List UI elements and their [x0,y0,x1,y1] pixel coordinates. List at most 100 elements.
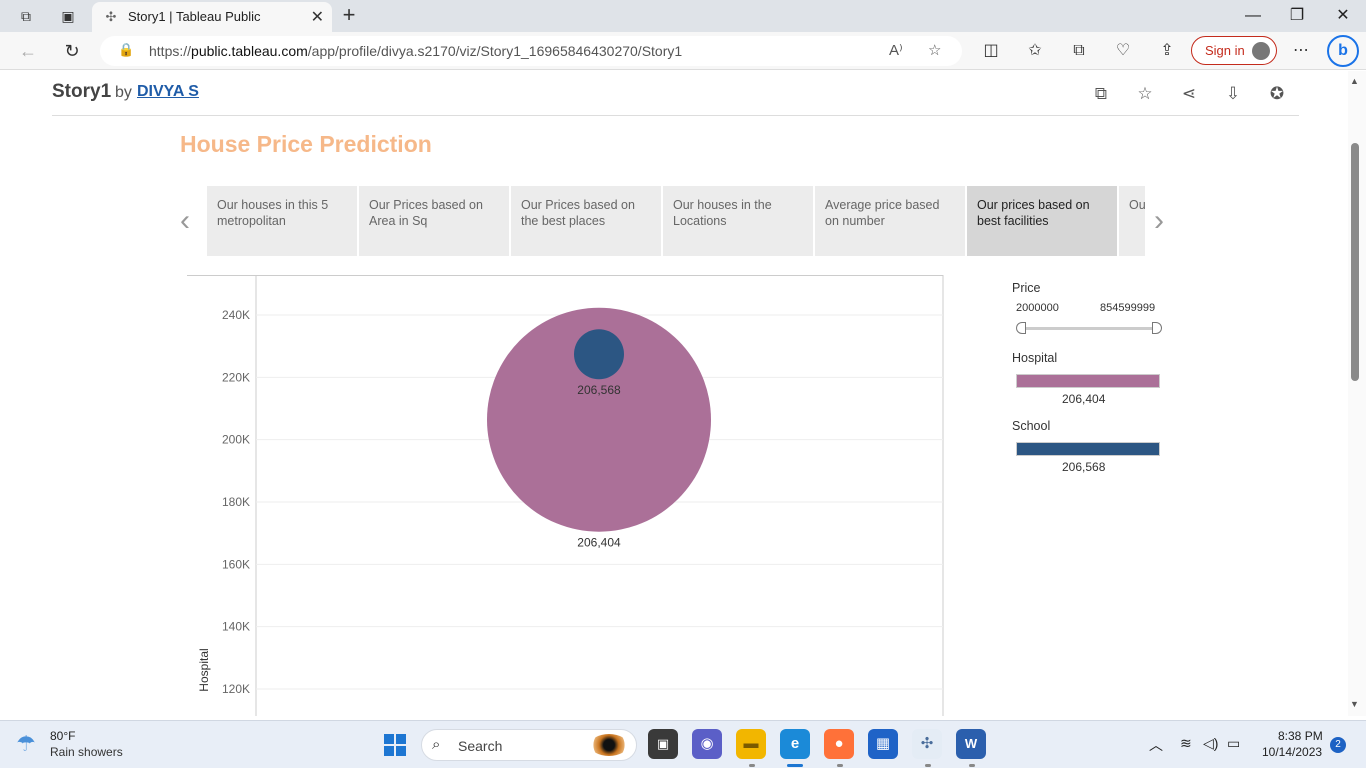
bing-copilot-icon[interactable]: b [1327,35,1359,67]
restore-icon[interactable]: ❐ [1282,4,1312,28]
read-aloud-icon[interactable]: A⁾ [889,41,903,59]
search-highlight-icon [590,734,628,756]
header-divider [52,115,1299,116]
show-hidden-icons-chevron-icon[interactable]: ︿ [1149,735,1163,755]
school-mark [574,329,624,380]
hospital-legend-bar[interactable] [1016,374,1160,388]
battery-icon[interactable]: ▭ [1227,735,1240,752]
minimize-icon[interactable]: — [1238,4,1268,28]
wifi-icon[interactable]: ≋ [1180,735,1192,752]
file-explorer-running [749,764,755,767]
avatar-icon [1252,42,1270,60]
story-point-5[interactable]: Average price based on number [815,186,965,256]
story-point-3[interactable]: Our Prices based on the best places [511,186,661,256]
weather-temperature[interactable]: 80°F [50,729,75,743]
story-point-2[interactable]: Our Prices based on Area in Sq [359,186,509,256]
viz-of-day-icon[interactable]: ✪ [1266,83,1288,105]
search-icon: ⌕ [432,736,441,753]
teams-chat-icon[interactable]: ◉ [692,729,722,759]
volume-icon[interactable]: ◁) [1203,735,1218,752]
more-menu-icon[interactable]: ⋯ [1290,40,1312,62]
refresh-icon[interactable]: ↻ [60,39,84,63]
taskbar-search[interactable]: ⌕ Search [421,729,637,761]
address-bar[interactable]: 🔒 https://public.tableau.com/app/profile… [100,36,962,66]
weather-icon[interactable]: ☂ [16,731,36,757]
browser-tab-active[interactable]: ✣ Story1 | Tableau Public ✕ [92,2,332,32]
share-icon[interactable]: ⋖ [1178,83,1200,105]
left-axis-tick-label: 240K [222,308,250,322]
scroll-down-icon[interactable]: ▼ [1350,699,1359,709]
price-range-min-handle[interactable] [1016,322,1026,334]
sign-in-button[interactable]: Sign in [1191,36,1277,65]
left-axis-tick-label: 200K [222,433,250,447]
story-point-4[interactable]: Our houses in the Locations [663,186,813,256]
left-axis-title: Hospital [197,648,211,691]
story-point-6-active[interactable]: Our prices based on best facilities [967,186,1117,256]
left-axis-tick-label: 120K [222,682,250,696]
left-axis-tick-label: 180K [222,495,250,509]
story-prev-arrow-icon[interactable]: ‹ [180,204,190,238]
price-range-max-handle[interactable] [1152,322,1162,334]
left-axis-tick-label: 160K [222,557,250,571]
weather-condition[interactable]: Rain showers [50,745,123,759]
viz-title: House Price Prediction [180,131,432,157]
story-points-bar: Our houses in this 5 metropolitan Our Pr… [207,186,1145,256]
share-screen-icon[interactable]: ⇪ [1156,40,1178,62]
scroll-up-icon[interactable]: ▲ [1350,76,1359,86]
store-icon[interactable]: ▦ [868,729,898,759]
notification-badge[interactable]: 2 [1330,737,1346,753]
tab-actions-icon[interactable]: ▣ [58,6,78,26]
url-text[interactable]: https://public.tableau.com/app/profile/d… [149,43,682,59]
favorites-icon[interactable]: ✩ [1024,40,1046,62]
story-point-7[interactable]: Ou... bes... [1119,186,1145,256]
browser-tab-strip: ⧉ ▣ ✣ Story1 | Tableau Public ✕ + — ❐ ✕ [0,0,1366,32]
edge-icon[interactable]: e [780,729,810,759]
edge-running [787,764,803,767]
task-view-icon[interactable]: ▣ [648,729,678,759]
story-next-arrow-icon[interactable]: › [1154,204,1164,238]
firefox-icon[interactable]: ● [824,729,854,759]
close-window-icon[interactable]: ✕ [1328,4,1358,28]
lock-icon[interactable]: 🔒 [118,42,134,58]
new-tab-icon[interactable]: + [338,4,360,26]
school-legend-value: 206,568 [1062,460,1106,474]
firefox-running [837,764,843,767]
price-filter-max: 854599999 [1100,302,1156,314]
school-legend-title: School [1012,419,1051,433]
file-explorer-icon[interactable]: ▬ [736,729,766,759]
word-icon[interactable]: W [956,729,986,759]
tab-title: Story1 | Tableau Public [128,9,261,24]
copy-icon[interactable]: ⧉ [1090,83,1112,105]
favorite-icon[interactable]: ☆ [1134,83,1156,105]
clock-time[interactable]: 8:38 PM [1278,729,1323,743]
dual-axis-chart: 240K220K200K180K160K140K120K220K200K180K… [187,275,944,716]
start-icon[interactable] [384,734,406,756]
windows-taskbar: ☂ 80°F Rain showers ⌕ Search ▣ ◉ ▬ e ● ▦… [0,720,1366,768]
favorite-star-icon[interactable]: ☆ [928,41,941,59]
browser-toolbar: ← ↻ 🔒 https://public.tableau.com/app/pro… [0,32,1366,70]
price-range-track[interactable] [1020,327,1156,330]
word-running [969,764,975,767]
browser-essentials-icon[interactable]: ♡ [1112,40,1134,62]
back-icon[interactable]: ← [16,39,40,63]
story-point-1[interactable]: Our houses in this 5 metropolitan [207,186,357,256]
clock-date[interactable]: 10/14/2023 [1262,745,1322,759]
collections-icon[interactable]: ⧉ [1068,40,1090,62]
download-icon[interactable]: ⇩ [1222,83,1244,105]
tableau-running [925,764,931,767]
price-filter-min: 2000000 [1016,302,1059,314]
school-legend-bar[interactable] [1016,442,1160,456]
hospital-data-label: 206,404 [577,536,621,550]
hospital-legend-value: 206,404 [1062,392,1106,406]
tableau-app-icon[interactable]: ✣ [912,729,942,759]
workspaces-icon[interactable]: ⧉ [16,6,36,26]
legend-panel: Price 2000000 854599999 Hospital 206,404… [1012,281,1172,481]
page-scrollbar-thumb[interactable] [1351,143,1359,381]
tableau-favicon-icon: ✣ [105,9,117,24]
author-link[interactable]: DIVYA S [137,83,199,101]
tableau-page: Story1 by DIVYA S ⧉ ☆ ⋖ ⇩ ✪ House Price … [4,71,1348,716]
story-by-label: by [115,84,132,101]
split-screen-icon[interactable]: ◫ [980,40,1002,62]
close-tab-icon[interactable]: ✕ [311,7,324,27]
hospital-legend-title: Hospital [1012,351,1058,365]
